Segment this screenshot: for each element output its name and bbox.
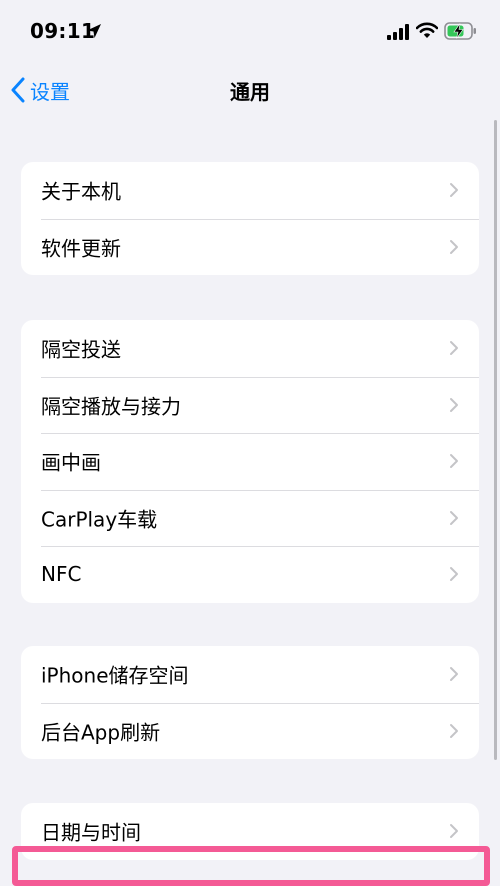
chevron-right-icon <box>450 183 458 198</box>
chevron-right-icon <box>450 454 458 469</box>
settings-row-background-app-refresh[interactable]: 后台App刷新 <box>21 702 479 760</box>
settings-row-nfc[interactable]: NFC <box>21 546 479 603</box>
settings-row-date-time[interactable]: 日期与时间 <box>21 803 479 860</box>
settings-group-date-time: 日期与时间 <box>21 803 479 860</box>
row-label: NFC <box>41 562 82 587</box>
settings-group-connectivity: 隔空投送 隔空播放与接力 画中画 CarPlay车载 NFC <box>21 320 479 603</box>
settings-row-picture-in-picture[interactable]: 画中画 <box>21 433 479 490</box>
settings-row-about[interactable]: 关于本机 <box>21 162 479 219</box>
chevron-right-icon <box>450 824 458 839</box>
row-label: 关于本机 <box>41 179 121 204</box>
row-label: 画中画 <box>41 450 101 475</box>
chevron-right-icon <box>450 397 458 412</box>
page-title: 通用 <box>230 80 270 104</box>
location-arrow-icon <box>87 24 101 38</box>
settings-group-about: 关于本机 软件更新 <box>21 162 479 275</box>
settings-row-airdrop[interactable]: 隔空投送 <box>21 320 479 377</box>
cellular-signal-icon <box>387 24 409 40</box>
row-label: 隔空投送 <box>41 337 121 362</box>
chevron-right-icon <box>450 341 458 356</box>
row-label: 日期与时间 <box>41 820 141 845</box>
settings-row-iphone-storage[interactable]: iPhone储存空间 <box>21 646 479 703</box>
row-label: CarPlay车载 <box>41 507 158 532</box>
settings-row-software-update[interactable]: 软件更新 <box>21 218 479 276</box>
settings-row-airplay-handoff[interactable]: 隔空播放与接力 <box>21 376 479 434</box>
battery-charging-icon <box>444 22 476 40</box>
wifi-icon <box>416 22 438 38</box>
scroll-indicator[interactable] <box>494 120 497 760</box>
row-label: iPhone储存空间 <box>41 663 189 688</box>
chevron-right-icon <box>450 723 458 738</box>
chevron-right-icon <box>450 567 458 582</box>
row-label: 隔空播放与接力 <box>41 394 181 419</box>
settings-group-storage: iPhone储存空间 后台App刷新 <box>21 646 479 759</box>
row-label: 后台App刷新 <box>41 720 161 745</box>
navigation-bar: 设置 通用 <box>0 64 500 114</box>
chevron-right-icon <box>450 510 458 525</box>
status-bar: 09:11 <box>0 0 500 64</box>
chevron-right-icon <box>450 667 458 682</box>
settings-row-carplay[interactable]: CarPlay车载 <box>21 489 479 547</box>
chevron-right-icon <box>450 239 458 254</box>
row-label: 软件更新 <box>41 236 121 261</box>
